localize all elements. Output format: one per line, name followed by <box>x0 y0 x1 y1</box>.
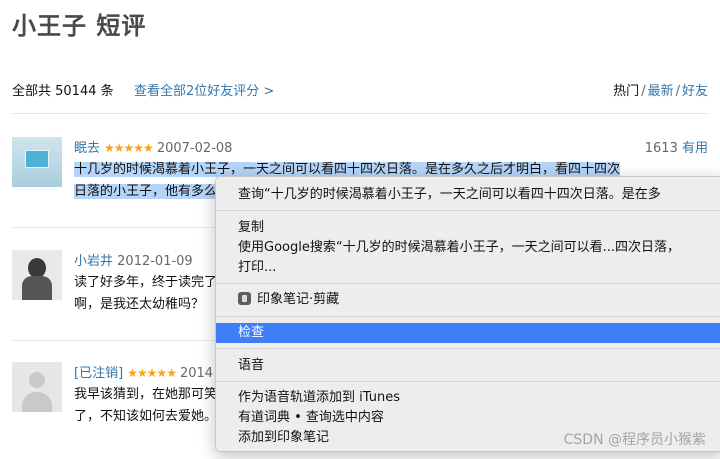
menu-item-inspect[interactable]: 检查 <box>216 323 720 343</box>
divider <box>12 113 708 114</box>
menu-item-add-itunes[interactable]: 作为语音轨道添加到 iTunes <box>216 388 720 408</box>
star-rating: ★★★★★ <box>127 366 177 380</box>
menu-item-lookup[interactable]: 查询“十几岁的时候渴慕着小王子，一天之间可以看四十四次日落。是在多 <box>216 185 720 205</box>
sort-hot[interactable]: 热门 <box>613 84 639 99</box>
menu-item-speech[interactable]: 语音 <box>216 356 720 376</box>
menu-item-evernote-clip[interactable]: 印象笔记·剪藏 <box>216 290 720 310</box>
context-menu: 查询“十几岁的时候渴慕着小王子，一天之间可以看四十四次日落。是在多 复制 使用G… <box>215 176 720 452</box>
sort-friends[interactable]: 好友 <box>682 84 708 99</box>
menu-separator <box>216 381 720 382</box>
review-header: 眠去 ★★★★★ 2007-02-08 <box>74 137 232 156</box>
view-friends-reviews-link[interactable]: 查看全部2位好友评分 > <box>134 80 274 99</box>
review-date: 2014 <box>179 366 214 381</box>
menu-separator <box>216 316 720 317</box>
watermark: CSDN @程序员小猴紫 <box>563 432 706 448</box>
review-date: 2007-02-08 <box>156 141 233 156</box>
menu-item-google-search[interactable]: 使用Google搜索“十几岁的时候渴慕着小王子，一天之间可以看...四次日落， <box>216 238 720 258</box>
avatar[interactable] <box>12 362 62 412</box>
review-user[interactable]: 小岩井 <box>74 254 113 269</box>
menu-separator <box>216 210 720 211</box>
review-date: 2012-01-09 <box>117 254 193 269</box>
avatar[interactable] <box>12 250 62 300</box>
avatar[interactable] <box>12 137 62 187</box>
useful-button[interactable]: 有用 <box>682 141 708 156</box>
menu-item-youdao[interactable]: 有道词典 • 查询选中内容 <box>216 408 720 428</box>
review-text-line: 了，不知该如何去爱她。 <box>74 409 218 424</box>
useful-vote: 1613 有用 <box>645 137 708 156</box>
review-header: 小岩井 2012-01-09 <box>74 250 193 269</box>
review-text-line: 啊，是我还太幼稚吗？ <box>74 297 205 312</box>
sort-options: 热门 / 最新 / 好友 <box>613 84 708 99</box>
menu-item-copy[interactable]: 复制 <box>216 218 720 238</box>
review-text-line: 我早该猜到，在她那可笑 <box>74 387 218 402</box>
review-user[interactable]: 眠去 <box>74 141 100 156</box>
useful-count: 1613 <box>644 141 678 156</box>
star-rating: ★★★★★ <box>104 141 154 155</box>
menu-item-print[interactable]: 打印... <box>216 258 720 278</box>
evernote-icon <box>238 292 251 305</box>
review-text-line: 日落的小王子，他有多么 <box>74 184 218 199</box>
sort-latest[interactable]: 最新 <box>648 84 674 99</box>
menu-item-label: 印象笔记·剪藏 <box>257 292 340 307</box>
review-user[interactable]: [已注销] <box>74 366 123 381</box>
menu-separator <box>216 348 720 349</box>
page-title: 小王子 短评 <box>12 12 147 40</box>
review-text-line: 读了好多年，终于读完了 <box>74 275 218 290</box>
menu-separator <box>216 283 720 284</box>
review-count-summary: 全部共 50144 条 <box>12 84 114 99</box>
review-header: [已注销] ★★★★★ 2014 <box>74 362 213 381</box>
review-text-line: 十几岁的时候渴慕着小王子，一天之间可以看四十四次日落。是在多久之后才明白，看四十… <box>74 162 621 177</box>
